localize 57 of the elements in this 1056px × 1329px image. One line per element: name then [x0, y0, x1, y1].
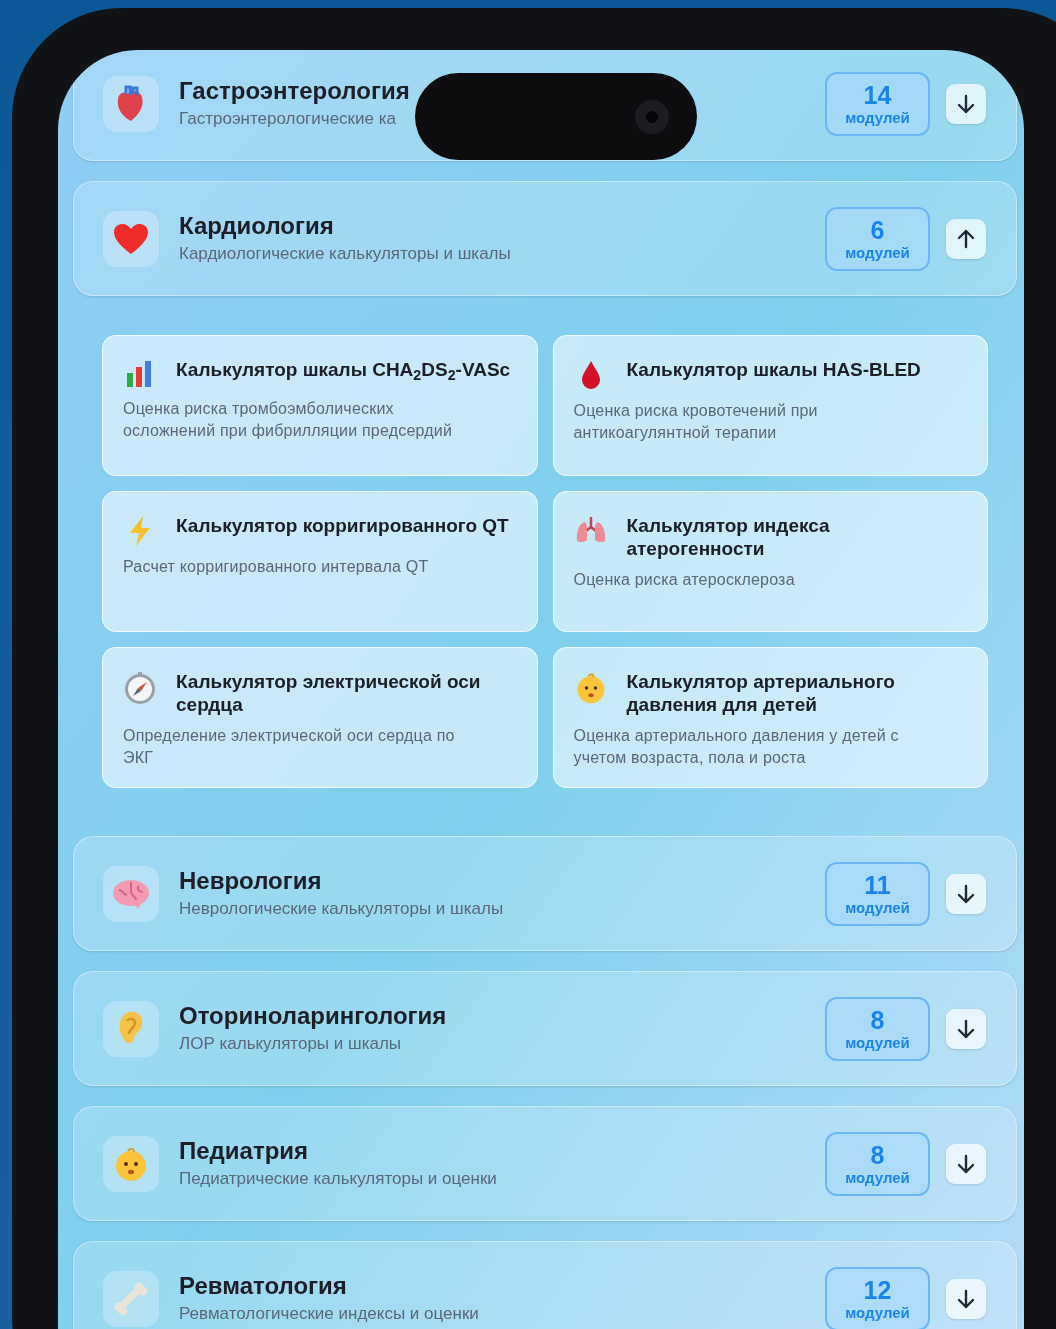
module-description: Расчет корригированного интервала QT	[123, 557, 430, 577]
module-description: Оценка риска атеросклероза	[573, 570, 796, 590]
module-title: Калькулятор корригированного QT	[176, 514, 509, 537]
arrow-up-icon	[956, 227, 976, 250]
module-card[interactable]: Калькулятор шкалы HAS-BLED Оценка риска кровотечений при антикоагулянтной терапии	[552, 335, 988, 476]
category-subtitle: Ревматологические индексы и оценки	[179, 1303, 479, 1325]
category-card[interactable]: Педиатрия Педиатрические калькуляторы и оценки 8 модулей	[73, 1106, 1017, 1221]
category-card[interactable]: Кардиология Кардиологические калькуляторы и шкалы 6 модулей	[73, 181, 1017, 296]
category-title: Кардиология	[179, 211, 335, 241]
camera-icon	[635, 99, 669, 134]
module-count-badge: 8 модулей	[825, 996, 930, 1061]
category-card[interactable]: Неврология Неврологические калькуляторы и шкалы 11 модулей	[73, 836, 1017, 951]
module-count-badge: 11 модулей	[825, 861, 930, 926]
category-card[interactable]: Оториноларингология ЛОР калькуляторы и шкалы 8 модулей	[73, 971, 1017, 1086]
module-description: Оценка риска тромбоэмболических осложнений при фибрилляции предсердий	[123, 399, 454, 441]
category-subtitle: Неврологические калькуляторы и шкалы	[179, 898, 504, 920]
category-card[interactable]: Ревматология Ревматологические индексы и оценки 12 модулей	[73, 1241, 1017, 1329]
module-count-badge: 14 модулей	[825, 71, 930, 136]
module-card[interactable]: Калькулятор шкалы CHA$_{2}$DS$_{2}$-VASc Оценка риска тромбоэмболических осложнений при фибрилляции предсердий	[102, 335, 538, 476]
collapse-button[interactable]	[946, 218, 986, 259]
category-subtitle: Кардиологические калькуляторы и шкалы	[179, 243, 511, 265]
expand-button[interactable]	[946, 1008, 986, 1049]
module-title: Калькулятор индекса атерогенности	[626, 514, 831, 560]
brain-icon	[111, 877, 151, 910]
heart-icon	[112, 221, 150, 256]
category-subtitle: Гастроэнтерологические ка	[179, 108, 396, 130]
module-count-badge: 6 модулей	[825, 206, 930, 271]
category-title: Ревматология	[179, 1271, 348, 1301]
category-subtitle: ЛОР калькуляторы и шкалы	[179, 1033, 402, 1055]
arrow-down-icon	[956, 1152, 976, 1175]
category-subtitle: Педиатрические калькуляторы и оценки	[179, 1168, 497, 1190]
module-title: Калькулятор шкалы CHA$_{2}$DS$_{2}$-VASc	[176, 358, 511, 381]
module-description: Оценка артериального давления у детей с учетом возраста, пола и роста	[573, 726, 900, 768]
module-card[interactable]: Калькулятор артериального давления для детей Оценка артериального давления у детей с учетом возраста, пола и роста	[552, 647, 988, 788]
module-description: Оценка риска кровотечений при антикоагулянтной терапии	[573, 401, 819, 443]
module-card[interactable]: Калькулятор индекса атерогенности Оценка риска атеросклероза	[552, 491, 988, 632]
module-title: Калькулятор электрической оси сердца	[176, 670, 482, 716]
expand-button[interactable]	[946, 1278, 986, 1319]
category-title: Неврология	[179, 866, 323, 896]
arrow-down-icon	[956, 882, 976, 905]
arrow-down-icon	[956, 92, 976, 115]
module-card[interactable]: Калькулятор электрической оси сердца Определение электрической оси сердца по ЭКГ	[102, 647, 538, 788]
module-card[interactable]: Калькулятор корригированного QT Расчет корригированного интервала QT	[102, 491, 538, 632]
category-title: Гастроэнтерология	[179, 76, 411, 106]
module-title: Калькулятор артериального давления для детей	[626, 670, 896, 716]
expand-button[interactable]	[946, 1143, 986, 1184]
module-count-badge: 8 модулей	[825, 1131, 930, 1196]
arrow-down-icon	[956, 1287, 976, 1310]
compass-icon	[123, 671, 157, 705]
module-description: Определение электрической оси сердца по ЭКГ	[123, 726, 456, 768]
expand-button[interactable]	[946, 873, 986, 914]
module-count-badge: 12 модулей	[825, 1266, 930, 1329]
expand-button[interactable]	[946, 83, 986, 124]
category-title: Оториноларингология	[179, 1001, 448, 1031]
arrow-down-icon	[956, 1017, 976, 1040]
category-title: Педиатрия	[179, 1136, 310, 1166]
module-title: Калькулятор шкалы HAS-BLED	[626, 358, 921, 381]
